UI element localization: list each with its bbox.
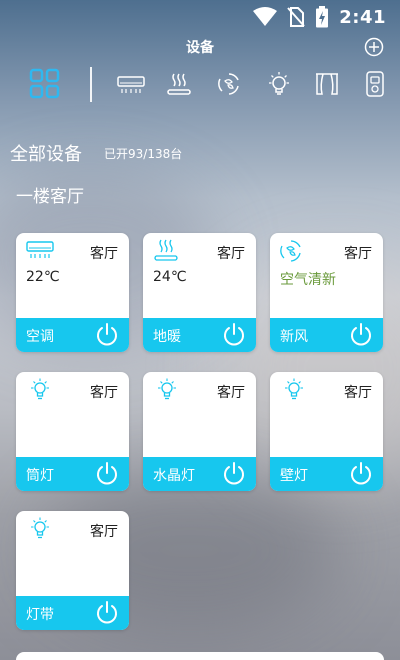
card-name: 筒灯: [26, 468, 54, 484]
card-room: 客厅: [90, 385, 118, 401]
next-room-card[interactable]: [16, 652, 384, 660]
tab-curtain[interactable]: [311, 68, 343, 100]
card-room: 客厅: [90, 246, 118, 262]
fresh-air-icon: [280, 240, 301, 262]
room-title: 一楼客厅: [16, 187, 84, 207]
card-footer: 空调: [16, 318, 129, 352]
power-icon[interactable]: [94, 461, 120, 487]
tab-air-conditioner[interactable]: [115, 68, 147, 100]
power-icon[interactable]: [221, 322, 247, 348]
light-bulb-icon: [158, 378, 176, 400]
device-card-wall-lamp[interactable]: 客厅 壁灯: [270, 372, 383, 491]
fresh-air-icon: [218, 73, 239, 95]
device-card-light-strip[interactable]: 客厅 灯带: [16, 511, 129, 630]
air-conditioner-icon: [26, 241, 54, 258]
tab-socket[interactable]: [359, 68, 391, 100]
tab-light[interactable]: [263, 68, 295, 100]
card-name: 地暖: [153, 329, 181, 345]
add-icon[interactable]: [364, 37, 384, 57]
card-footer: 壁灯: [270, 457, 383, 491]
category-bar: [0, 64, 400, 104]
card-value: 空气清新: [280, 272, 336, 288]
card-name: 新风: [280, 329, 308, 345]
grid-icon: [29, 68, 60, 99]
device-card-fresh-air[interactable]: 客厅 空气清新 新风: [270, 233, 383, 352]
power-icon[interactable]: [94, 322, 120, 348]
card-room: 客厅: [90, 524, 118, 540]
card-footer: 地暖: [143, 318, 256, 352]
battery-charging-icon: [316, 6, 329, 28]
floor-heating-icon: [167, 73, 191, 95]
card-name: 空调: [26, 329, 54, 345]
card-room: 客厅: [344, 385, 372, 401]
card-value: 24℃: [153, 269, 187, 285]
curtain-icon: [316, 73, 338, 95]
card-footer: 新风: [270, 318, 383, 352]
light-bulb-icon: [31, 378, 49, 400]
power-icon[interactable]: [348, 322, 374, 348]
card-room: 客厅: [344, 246, 372, 262]
no-sim-icon: [287, 7, 305, 27]
card-name: 水晶灯: [153, 468, 195, 484]
light-bulb-icon: [31, 517, 49, 539]
card-room: 客厅: [217, 385, 245, 401]
card-footer: 水晶灯: [143, 457, 256, 491]
wifi-icon: [253, 7, 278, 26]
status-time: 2:41: [339, 6, 386, 28]
device-card-floor-heating[interactable]: 客厅 24℃ 地暖: [143, 233, 256, 352]
page-title: 设备: [186, 40, 214, 56]
tab-floor-heating[interactable]: [163, 68, 195, 100]
card-footer: 灯带: [16, 596, 129, 630]
section-title: 全部设备: [10, 144, 82, 165]
status-bar: 2:41: [0, 0, 400, 34]
power-icon[interactable]: [348, 461, 374, 487]
device-card-downlight[interactable]: 客厅 筒灯: [16, 372, 129, 491]
light-bulb-icon: [285, 378, 303, 400]
card-value: 22℃: [26, 269, 60, 285]
air-conditioner-icon: [117, 76, 145, 93]
socket-icon: [366, 71, 384, 97]
device-card-crystal-lamp[interactable]: 客厅 水晶灯: [143, 372, 256, 491]
power-icon[interactable]: [221, 461, 247, 487]
power-icon[interactable]: [94, 600, 120, 626]
light-bulb-icon: [269, 72, 289, 95]
tab-fresh-air[interactable]: [213, 68, 245, 100]
category-divider: [90, 67, 92, 102]
device-card-air-conditioner[interactable]: 客厅 22℃ 空调: [16, 233, 129, 352]
tab-all[interactable]: [29, 68, 61, 100]
card-name: 壁灯: [280, 468, 308, 484]
card-name: 灯带: [26, 607, 54, 623]
floor-heating-icon: [154, 239, 178, 261]
device-count: 已开93/138台: [104, 147, 183, 161]
card-footer: 筒灯: [16, 457, 129, 491]
card-room: 客厅: [217, 246, 245, 262]
